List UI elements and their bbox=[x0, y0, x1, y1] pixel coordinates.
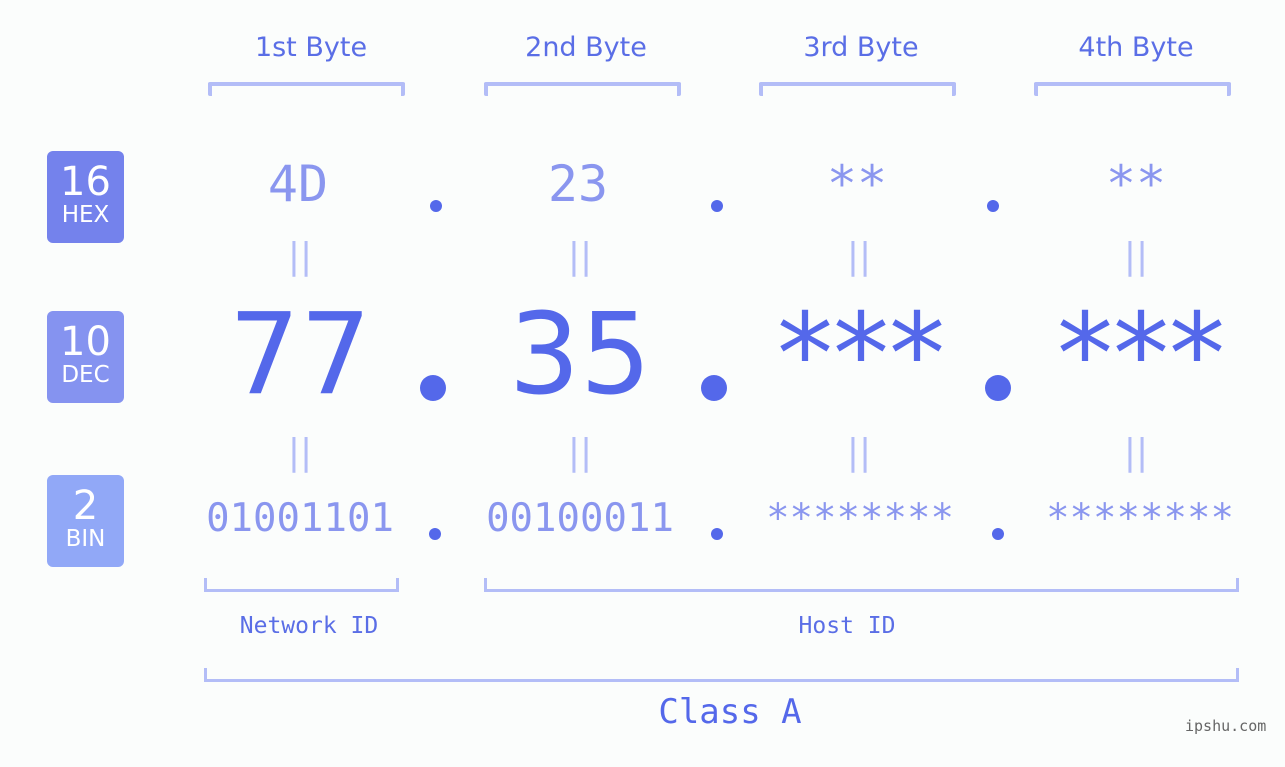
hex-byte-3: ** bbox=[826, 155, 888, 213]
hex-byte-2: 23 bbox=[547, 155, 609, 213]
dec-base-number: 10 bbox=[60, 319, 111, 365]
dec-byte-3: *** bbox=[777, 290, 945, 420]
hex-separator-dot bbox=[987, 200, 999, 212]
header-byte-2: 2nd Byte bbox=[525, 32, 647, 63]
equals-marker: || bbox=[287, 432, 313, 473]
header-byte-1: 1st Byte bbox=[254, 32, 368, 63]
byte-2-bracket bbox=[484, 82, 681, 96]
dec-byte-4: *** bbox=[1057, 290, 1225, 420]
bin-byte-1: 01001101 bbox=[206, 496, 394, 541]
dec-byte-1: 77 bbox=[228, 290, 372, 420]
hex-separator-dot bbox=[711, 200, 723, 212]
equals-marker: || bbox=[567, 432, 593, 473]
hex-badge: 16 HEX bbox=[47, 151, 124, 243]
header-byte-4: 4th Byte bbox=[1078, 32, 1194, 63]
byte-4-bracket bbox=[1034, 82, 1231, 96]
dec-badge: 10 DEC bbox=[47, 311, 124, 403]
hex-byte-1: 4D bbox=[267, 155, 329, 213]
equals-marker: || bbox=[1123, 432, 1149, 473]
host-id-bracket bbox=[484, 578, 1239, 592]
bin-base-number: 2 bbox=[72, 483, 99, 529]
bin-byte-2: 00100011 bbox=[486, 496, 674, 541]
class-label: Class A bbox=[658, 692, 802, 732]
bin-byte-3: ******** bbox=[766, 496, 954, 541]
byte-3-bracket bbox=[759, 82, 956, 96]
hex-base-number: 16 bbox=[60, 159, 111, 205]
bin-byte-4: ******** bbox=[1046, 496, 1234, 541]
bin-badge: 2 BIN bbox=[47, 475, 124, 567]
header-byte-3: 3rd Byte bbox=[803, 32, 919, 63]
network-id-bracket bbox=[204, 578, 399, 592]
dec-base-label: DEC bbox=[61, 362, 110, 388]
equals-marker: || bbox=[567, 236, 593, 277]
dec-separator-dot bbox=[701, 375, 727, 401]
equals-marker: || bbox=[846, 236, 872, 277]
dec-byte-2: 35 bbox=[508, 290, 652, 420]
watermark: ipshu.com bbox=[1185, 717, 1267, 735]
bin-separator-dot bbox=[429, 528, 441, 540]
equals-marker: || bbox=[846, 432, 872, 473]
dec-separator-dot bbox=[420, 375, 446, 401]
bin-base-label: BIN bbox=[65, 526, 106, 552]
byte-1-bracket bbox=[208, 82, 405, 96]
network-id-label: Network ID bbox=[239, 613, 379, 639]
hex-separator-dot bbox=[430, 200, 442, 212]
class-bracket bbox=[204, 668, 1239, 682]
host-id-label: Host ID bbox=[798, 613, 896, 639]
bin-separator-dot bbox=[711, 528, 723, 540]
hex-byte-4: ** bbox=[1105, 155, 1167, 213]
dec-separator-dot bbox=[985, 375, 1011, 401]
equals-marker: || bbox=[287, 236, 313, 277]
bin-separator-dot bbox=[992, 528, 1004, 540]
equals-marker: || bbox=[1123, 236, 1149, 277]
hex-base-label: HEX bbox=[61, 202, 110, 228]
